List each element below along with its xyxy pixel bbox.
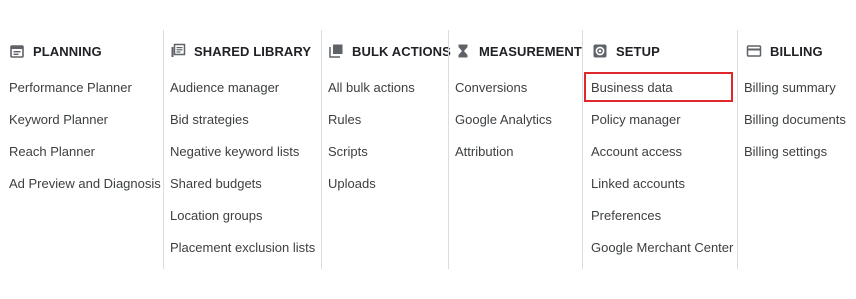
column-measurement: MEASUREMENT Conversions Google Analytics… bbox=[448, 30, 582, 269]
hourglass-icon bbox=[455, 43, 471, 59]
column-bulk-actions: BULK ACTIONS All bulk actions Rules Scri… bbox=[321, 30, 451, 269]
menu-item-account-access[interactable]: Account access bbox=[591, 142, 733, 174]
menu-item-scripts[interactable]: Scripts bbox=[328, 142, 415, 174]
calendar-icon bbox=[9, 43, 25, 59]
column-header-setup: SETUP bbox=[592, 43, 660, 59]
menu-item-billing-summary[interactable]: Billing summary bbox=[744, 78, 846, 110]
column-title: SETUP bbox=[616, 43, 660, 59]
menu-item-ad-preview-and-diagnosis[interactable]: Ad Preview and Diagnosis bbox=[9, 174, 161, 206]
column-setup: SETUP Business data Policy manager Accou… bbox=[582, 30, 733, 269]
column-title: BULK ACTIONS bbox=[352, 43, 451, 59]
column-title: BILLING bbox=[770, 43, 823, 59]
menu-item-keyword-planner[interactable]: Keyword Planner bbox=[9, 110, 161, 142]
column-title: PLANNING bbox=[33, 43, 102, 59]
menu-item-attribution[interactable]: Attribution bbox=[455, 142, 552, 174]
menu-item-rules[interactable]: Rules bbox=[328, 110, 415, 142]
library-icon bbox=[170, 43, 186, 59]
menu-item-business-data[interactable]: Business data bbox=[591, 78, 733, 110]
menu-item-negative-keyword-lists[interactable]: Negative keyword lists bbox=[170, 142, 315, 174]
menu-item-billing-settings[interactable]: Billing settings bbox=[744, 142, 846, 174]
column-header-shared-library: SHARED LIBRARY bbox=[170, 43, 311, 59]
menu-item-placement-exclusion-lists[interactable]: Placement exclusion lists bbox=[170, 238, 315, 270]
column-header-bulk-actions: BULK ACTIONS bbox=[328, 43, 451, 59]
column-header-billing: BILLING bbox=[746, 43, 823, 59]
column-planning: PLANNING Performance Planner Keyword Pla… bbox=[9, 30, 161, 269]
menu-item-audience-manager[interactable]: Audience manager bbox=[170, 78, 315, 110]
menu-item-linked-accounts[interactable]: Linked accounts bbox=[591, 174, 733, 206]
tools-and-settings-menu: PLANNING Performance Planner Keyword Pla… bbox=[0, 0, 856, 299]
menu-item-conversions[interactable]: Conversions bbox=[455, 78, 552, 110]
credit-card-icon bbox=[746, 43, 762, 59]
menu-item-bid-strategies[interactable]: Bid strategies bbox=[170, 110, 315, 142]
menu-item-billing-documents[interactable]: Billing documents bbox=[744, 110, 846, 142]
column-billing: BILLING Billing summary Billing document… bbox=[737, 30, 854, 269]
column-header-planning: PLANNING bbox=[9, 43, 102, 59]
column-shared-library: SHARED LIBRARY Audience manager Bid stra… bbox=[163, 30, 319, 269]
menu-item-uploads[interactable]: Uploads bbox=[328, 174, 415, 206]
menu-item-location-groups[interactable]: Location groups bbox=[170, 206, 315, 238]
column-header-measurement: MEASUREMENT bbox=[455, 43, 582, 59]
menu-item-google-analytics[interactable]: Google Analytics bbox=[455, 110, 552, 142]
column-title: SHARED LIBRARY bbox=[194, 43, 312, 59]
menu-item-all-bulk-actions[interactable]: All bulk actions bbox=[328, 78, 415, 110]
copy-stack-icon bbox=[328, 43, 344, 59]
settings-gear-icon bbox=[592, 43, 608, 59]
menu-item-shared-budgets[interactable]: Shared budgets bbox=[170, 174, 315, 206]
menu-item-preferences[interactable]: Preferences bbox=[591, 206, 733, 238]
menu-item-reach-planner[interactable]: Reach Planner bbox=[9, 142, 161, 174]
column-title: MEASUREMENT bbox=[479, 43, 582, 59]
menu-item-policy-manager[interactable]: Policy manager bbox=[591, 110, 733, 142]
menu-item-google-merchant-center[interactable]: Google Merchant Center bbox=[591, 238, 733, 270]
menu-item-performance-planner[interactable]: Performance Planner bbox=[9, 78, 161, 110]
